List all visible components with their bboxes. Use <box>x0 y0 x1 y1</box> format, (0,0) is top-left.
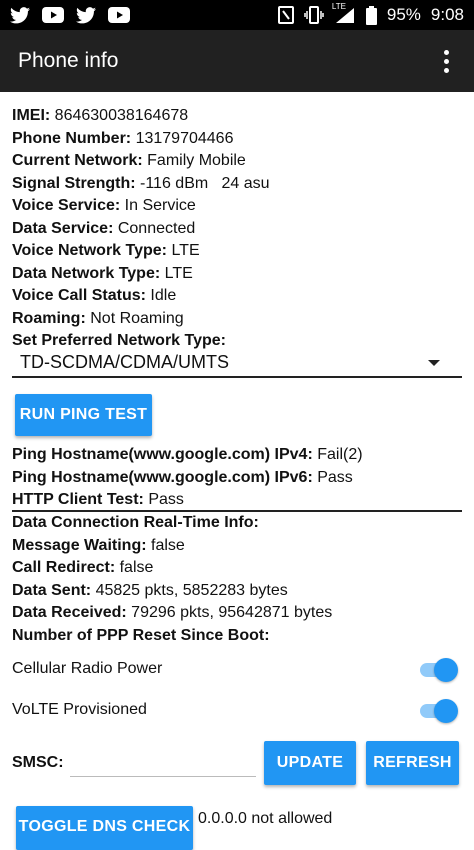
update-button[interactable]: UPDATE <box>264 741 356 785</box>
twitter-icon <box>76 6 96 24</box>
ping-results: Ping Hostname(www.google.com) IPv4: Fail… <box>12 444 462 512</box>
clock: 9:08 <box>430 5 464 24</box>
system-icons: LTE 95% 9:08 <box>277 2 464 25</box>
info-row-signal-strength: Signal Strength: -116 dBm 24 asu <box>12 174 270 192</box>
phone-info-list: IMEI: 864630038164678 Phone Number: 1317… <box>12 105 462 353</box>
call-redirect-row: Call Redirect: false <box>12 559 154 576</box>
app-bar: Phone info <box>0 30 474 92</box>
preferred-network-dropdown[interactable]: TD-SCDMA/CDMA/UMTS <box>12 350 462 378</box>
run-ping-test-button[interactable]: RUN PING TEST <box>15 394 152 436</box>
twitter-icon <box>10 6 30 24</box>
info-row-phone-number: Phone Number: 13179704466 <box>12 129 234 147</box>
page-title: Phone info <box>18 49 119 72</box>
ppp-reset-row: Number of PPP Reset Since Boot: <box>12 626 270 644</box>
battery-icon <box>365 5 377 25</box>
cellular-radio-power-switch[interactable] <box>420 658 458 682</box>
info-row-current-network: Current Network: Family Mobile <box>12 152 246 169</box>
info-row-data-service: Data Service: Connected <box>12 219 196 237</box>
data-received-row: Data Received: 79296 pkts, 95642871 byte… <box>12 604 333 621</box>
data-connection-info-header: Data Connection Real-Time Info: <box>12 514 259 531</box>
cellular-radio-power-row: Cellular Radio Power <box>12 650 462 690</box>
smsc-label: SMSC: <box>12 754 64 771</box>
info-row-voice-service: Voice Service: In Service <box>12 197 196 214</box>
volte-provisioned-label: VoLTE Provisioned <box>12 701 147 718</box>
info-row-voice-network-type: Voice Network Type: LTE <box>12 242 200 259</box>
battery-percentage: 95% <box>386 5 421 24</box>
ping-ipv6-row: Ping Hostname(www.google.com) IPv6: Pass <box>12 468 353 486</box>
vibrate-icon <box>304 6 324 24</box>
ping-ipv4-row: Ping Hostname(www.google.com) IPv4: Fail… <box>12 446 363 463</box>
dns-status-text: 0.0.0.0 not allowed <box>198 810 333 827</box>
toggle-dns-check-button[interactable]: TOGGLE DNS CHECK <box>16 806 193 850</box>
message-waiting-row: Message Waiting: false <box>12 536 185 554</box>
volte-provisioned-switch[interactable] <box>420 699 458 723</box>
refresh-button[interactable]: REFRESH <box>366 741 459 785</box>
info-row-voice-call-status: Voice Call Status: Idle <box>12 287 177 304</box>
info-row-data-network-type: Data Network Type: LTE <box>12 264 193 282</box>
youtube-icon <box>108 7 130 23</box>
preferred-network-value: TD-SCDMA/CDMA/UMTS <box>20 352 229 372</box>
smsc-input[interactable] <box>70 752 256 777</box>
info-row-roaming: Roaming: Not Roaming <box>12 309 184 327</box>
youtube-icon <box>42 7 64 23</box>
data-connection-info: Data Connection Real-Time Info: Message … <box>12 512 462 647</box>
notification-icons <box>10 6 130 24</box>
lte-signal-icon: LTE <box>332 2 356 24</box>
nfc-icon <box>277 6 294 24</box>
lte-label: LTE <box>331 2 346 11</box>
cellular-radio-power-label: Cellular Radio Power <box>12 660 163 677</box>
info-row-imei: IMEI: 864630038164678 <box>12 107 189 124</box>
volte-provisioned-row: VoLTE Provisioned <box>12 691 462 731</box>
status-bar: LTE 95% 9:08 <box>0 0 474 30</box>
dropdown-arrow-icon <box>428 360 440 366</box>
overflow-menu-icon[interactable] <box>436 46 456 76</box>
http-client-test-row: HTTP Client Test: Pass <box>12 491 184 508</box>
data-sent-row: Data Sent: 45825 pkts, 5852283 bytes <box>12 581 288 599</box>
